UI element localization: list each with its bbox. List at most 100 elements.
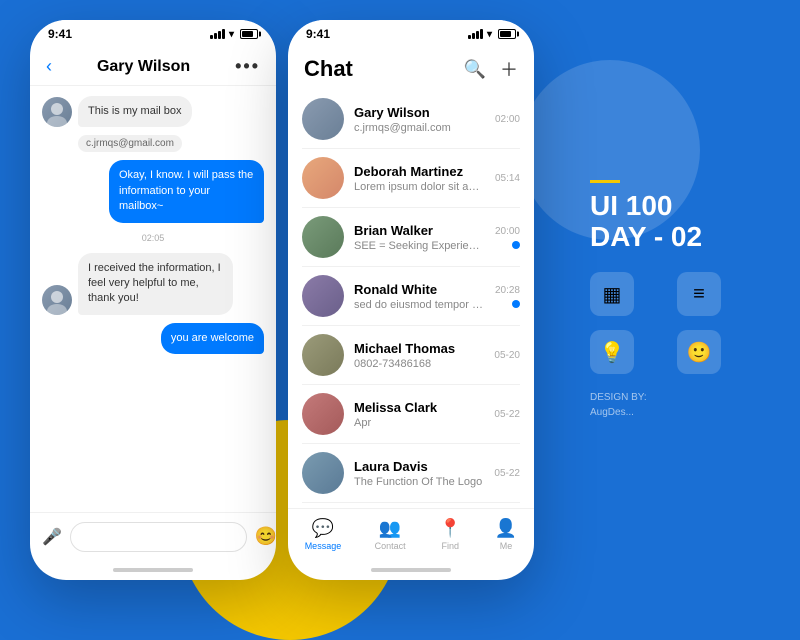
chat-time: 05-22 bbox=[494, 468, 520, 479]
right-panel: UI 100 DAY - 02 ▦ ≡ 💡 🙂 DESIGN BY: AugDe… bbox=[570, 0, 770, 600]
icon-card-grid: ▦ bbox=[590, 272, 634, 316]
avatar bbox=[302, 216, 344, 258]
chat-meta: 05:14 bbox=[495, 173, 520, 184]
signal-icon bbox=[468, 29, 483, 39]
chat-info: Laura Davis The Function Of The Logo bbox=[354, 459, 484, 488]
chat-meta: 02:00 bbox=[495, 114, 520, 125]
phones-area: 9:41 ▾ ‹ Gary Wilson ••• bbox=[30, 20, 534, 580]
list-item[interactable]: Gary Wilson c.jrmqs@gmail.com 02:00 bbox=[288, 90, 534, 148]
icon-grid: ▦ ≡ 💡 🙂 bbox=[590, 272, 750, 374]
contact-name: Michael Thomas bbox=[354, 341, 484, 356]
chat-preview: 0802-73486168 bbox=[354, 358, 484, 370]
nav-label: Find bbox=[441, 541, 459, 551]
unread-indicator bbox=[512, 300, 520, 308]
nav-item-me[interactable]: 👤 Me bbox=[495, 518, 517, 551]
chat-info: Gary Wilson c.jrmqs@gmail.com bbox=[354, 105, 485, 134]
msg-row: This is my mail box bbox=[42, 96, 264, 127]
search-icon[interactable]: 🔍 bbox=[464, 59, 486, 80]
contact-name: Ronald White bbox=[354, 282, 485, 297]
contact-name: Laura Davis bbox=[354, 459, 484, 474]
emoji-icon[interactable]: 😊 bbox=[255, 526, 276, 547]
status-time-detail: 9:41 bbox=[48, 27, 72, 41]
contact-name: Gary Wilson bbox=[354, 105, 485, 120]
chat-preview: Apr bbox=[354, 417, 484, 429]
nav-label: Contact bbox=[375, 541, 406, 551]
accent-bar bbox=[590, 180, 620, 183]
nav-item-message[interactable]: 💬 Message bbox=[305, 518, 342, 551]
avatar bbox=[302, 157, 344, 199]
chat-list-title: Chat bbox=[304, 56, 353, 82]
chat-meta: 20:28 bbox=[495, 285, 520, 308]
chat-time: 20:28 bbox=[495, 285, 520, 296]
header-actions: 🔍 ＋ bbox=[464, 56, 518, 82]
contact-name: Melissa Clark bbox=[354, 400, 484, 415]
chat-meta: 20:00 bbox=[495, 226, 520, 249]
chat-input-bar: 🎤 😊 ＋ bbox=[30, 512, 276, 560]
chat-info: Deborah Martinez Lorem ipsum dolor sit a… bbox=[354, 164, 485, 193]
voice-icon[interactable]: 🎤 bbox=[42, 527, 62, 547]
chat-meta: 05-22 bbox=[494, 409, 520, 420]
list-item[interactable]: Deborah Martinez Lorem ipsum dolor sit a… bbox=[288, 149, 534, 207]
status-bar-list: 9:41 ▾ bbox=[288, 20, 534, 48]
avatar bbox=[302, 452, 344, 494]
chat-time: 05-22 bbox=[494, 409, 520, 420]
chat-list: Gary Wilson c.jrmqs@gmail.com 02:00 Debo… bbox=[288, 90, 534, 508]
battery-icon bbox=[498, 29, 516, 39]
chat-detail-title: Gary Wilson bbox=[97, 58, 190, 76]
chat-list-header: Chat 🔍 ＋ bbox=[288, 48, 534, 90]
nav-item-contact[interactable]: 👥 Contact bbox=[375, 518, 406, 551]
status-icons-list: ▾ bbox=[468, 29, 516, 40]
chat-preview: c.jrmqs@gmail.com bbox=[354, 122, 485, 134]
icon-card-smile: 🙂 bbox=[677, 330, 721, 374]
icon-card-bulb: 💡 bbox=[590, 330, 634, 374]
home-indicator bbox=[30, 560, 276, 580]
bottom-nav: 💬 Message 👥 Contact 📍 Find 👤 Me bbox=[288, 508, 534, 560]
back-button[interactable]: ‹ bbox=[46, 56, 52, 77]
list-item[interactable]: Ronald White sed do eiusmod tempor incid… bbox=[288, 267, 534, 325]
email-badge: c.jrmqs@gmail.com bbox=[78, 135, 182, 152]
chat-preview: sed do eiusmod tempor incididunt ut i... bbox=[354, 299, 485, 311]
find-nav-icon: 📍 bbox=[439, 518, 461, 539]
avatar bbox=[42, 97, 72, 127]
avatar bbox=[302, 275, 344, 317]
chat-time: 20:00 bbox=[495, 226, 520, 237]
chat-list-phone: 9:41 ▾ Chat 🔍 ＋ bbox=[288, 20, 534, 580]
battery-icon bbox=[240, 29, 258, 39]
icon-card-list: ≡ bbox=[677, 272, 721, 316]
home-bar bbox=[113, 568, 193, 572]
chat-time: 02:00 bbox=[495, 114, 520, 125]
design-credit: DESIGN BY: AugDes... bbox=[590, 390, 750, 420]
ui-title: UI 100 DAY - 02 bbox=[590, 191, 750, 253]
chat-preview: Lorem ipsum dolor sit amet, consect... bbox=[354, 181, 485, 193]
wifi-icon: ▾ bbox=[487, 29, 492, 40]
message-bubble: This is my mail box bbox=[78, 96, 192, 127]
nav-item-find[interactable]: 📍 Find bbox=[439, 518, 461, 551]
chat-detail-header: ‹ Gary Wilson ••• bbox=[30, 48, 276, 86]
chat-detail-phone: 9:41 ▾ ‹ Gary Wilson ••• bbox=[30, 20, 276, 580]
status-icons-detail: ▾ bbox=[210, 29, 258, 40]
chat-preview: The Function Of The Logo bbox=[354, 476, 484, 488]
chat-meta: 05-20 bbox=[494, 350, 520, 361]
message-bubble: Okay, I know. I will pass the informatio… bbox=[109, 160, 264, 222]
msg-row: you are welcome bbox=[42, 323, 264, 354]
nav-label: Me bbox=[500, 541, 513, 551]
add-chat-icon[interactable]: ＋ bbox=[500, 56, 518, 82]
chat-meta: 05-22 bbox=[494, 468, 520, 479]
avatar bbox=[302, 98, 344, 140]
me-nav-icon: 👤 bbox=[495, 518, 517, 539]
message-timestamp: 02:05 bbox=[42, 233, 264, 243]
wifi-icon: ▾ bbox=[229, 29, 234, 40]
message-input[interactable] bbox=[70, 522, 247, 552]
list-item[interactable]: Brian Walker SEE = Seeking Experience & … bbox=[288, 208, 534, 266]
list-item[interactable]: Laura Davis The Function Of The Logo 05-… bbox=[288, 444, 534, 502]
chat-info: Ronald White sed do eiusmod tempor incid… bbox=[354, 282, 485, 311]
list-item[interactable]: Melissa Clark Apr 05-22 bbox=[288, 385, 534, 443]
list-item[interactable]: Michael Thomas 0802-73486168 05-20 bbox=[288, 326, 534, 384]
nav-label: Message bbox=[305, 541, 342, 551]
message-bubble: you are welcome bbox=[161, 323, 264, 354]
status-time-list: 9:41 bbox=[306, 27, 330, 41]
more-button[interactable]: ••• bbox=[235, 56, 260, 77]
msg-row: Okay, I know. I will pass the informatio… bbox=[42, 160, 264, 222]
chat-preview: SEE = Seeking Experience & Engine... bbox=[354, 240, 485, 252]
chat-time: 05:14 bbox=[495, 173, 520, 184]
